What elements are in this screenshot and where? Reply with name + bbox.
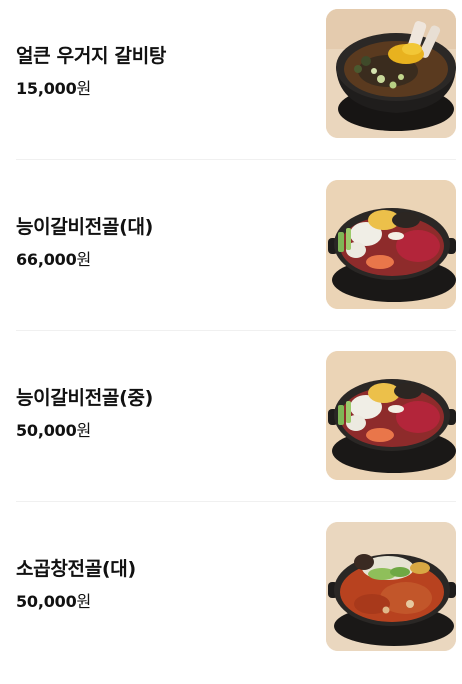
price-amount: 50,000 xyxy=(16,592,77,611)
divider xyxy=(16,501,456,502)
neungi-galbi-jeongol-photo xyxy=(326,180,456,309)
neungi-galbi-jeongol-photo xyxy=(326,351,456,480)
menu-item-price: 15,000원 xyxy=(16,78,91,100)
menu-item-price: 50,000원 xyxy=(16,420,91,442)
price-currency: 원 xyxy=(76,250,92,269)
menu-item-name: 능이갈비전골(대) xyxy=(16,216,154,238)
divider xyxy=(16,159,456,160)
menu-item-info: 능이갈비전골(대) 66,000원 xyxy=(16,171,306,331)
price-amount: 50,000 xyxy=(16,421,77,440)
menu-item[interactable]: 얼큰 우거지 갈비탕 15,000원 xyxy=(0,0,462,171)
price-amount: 66,000 xyxy=(16,250,77,269)
menu-item-name: 얼큰 우거지 갈비탕 xyxy=(16,45,167,67)
menu-item[interactable]: 소곱창전골(대) 50,000원 xyxy=(0,513,462,684)
menu-item-info: 소곱창전골(대) 50,000원 xyxy=(16,513,306,673)
price-currency: 원 xyxy=(76,592,92,611)
price-currency: 원 xyxy=(76,421,92,440)
menu-list: 얼큰 우거지 갈비탕 15,000원 능이갈비전골(대) 66,000원 능이갈… xyxy=(0,0,462,660)
menu-item[interactable]: 능이갈비전골(중) 50,000원 xyxy=(0,342,462,513)
gopchang-jeongol-photo xyxy=(326,522,456,651)
menu-item-info: 얼큰 우거지 갈비탕 15,000원 xyxy=(16,0,306,160)
menu-item-info: 능이갈비전골(중) 50,000원 xyxy=(16,342,306,502)
galbitang-photo xyxy=(326,9,456,138)
menu-item-name: 소곱창전골(대) xyxy=(16,558,136,580)
price-currency: 원 xyxy=(76,79,92,98)
menu-item[interactable]: 능이갈비전골(대) 66,000원 xyxy=(0,171,462,342)
menu-item-price: 50,000원 xyxy=(16,591,91,613)
price-amount: 15,000 xyxy=(16,79,77,98)
menu-item-price: 66,000원 xyxy=(16,249,91,271)
divider xyxy=(16,330,456,331)
menu-item-name: 능이갈비전골(중) xyxy=(16,387,154,409)
